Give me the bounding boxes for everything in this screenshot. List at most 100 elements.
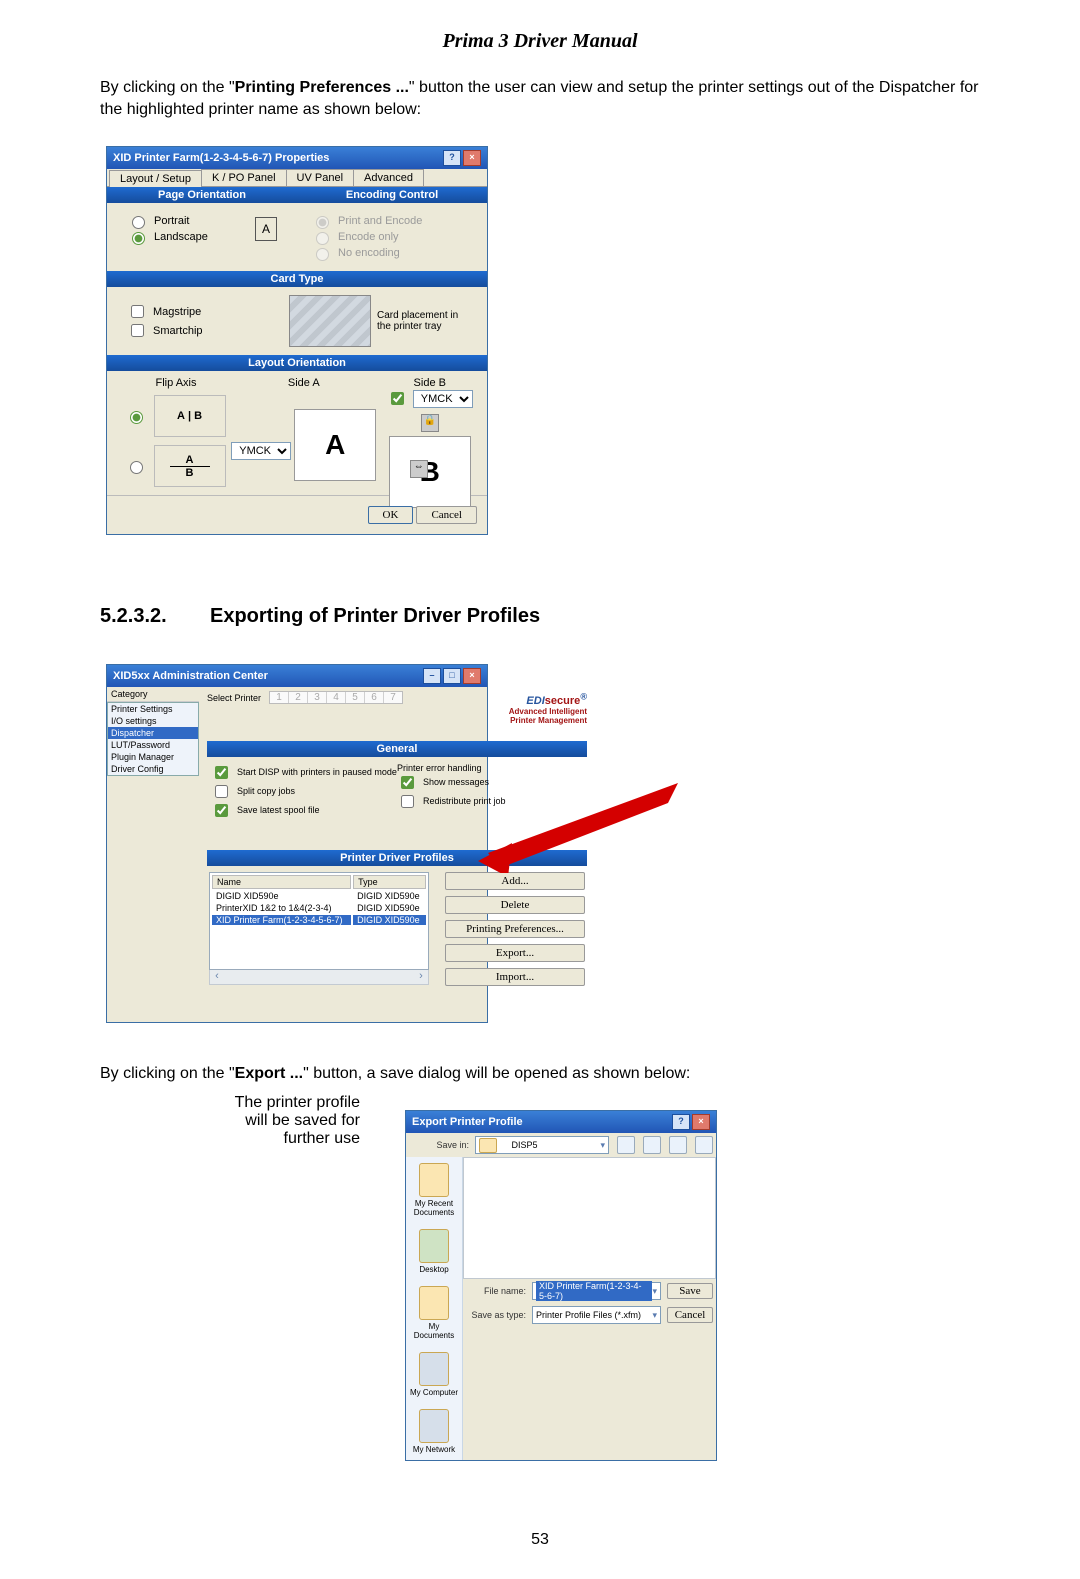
section-title: Exporting of Printer Driver Profiles (210, 605, 540, 627)
smartchip-option[interactable]: Smartchip (127, 321, 289, 340)
save-button[interactable]: Save (667, 1283, 713, 1299)
network-icon (419, 1409, 449, 1443)
save-in-select[interactable]: DISP5▾ (475, 1136, 609, 1154)
view-menu-icon[interactable] (695, 1136, 713, 1154)
back-icon[interactable] (617, 1136, 635, 1154)
add-button[interactable]: Add... (445, 872, 585, 890)
printer-picker[interactable]: 1 2 3 4 5 6 7 (269, 691, 403, 704)
scroll-right-icon[interactable]: › (414, 970, 428, 984)
portrait-radio[interactable] (132, 216, 145, 229)
side-b-checkbox[interactable] (391, 392, 404, 405)
close-button[interactable]: × (463, 150, 481, 166)
section-heading: 5.2.3.2.Exporting of Printer Driver Prof… (100, 605, 980, 628)
close-button[interactable]: × (692, 1114, 710, 1130)
printer-num[interactable]: 5 (346, 692, 365, 703)
save-caption: The printer profile will be saved for fu… (100, 1094, 380, 1148)
table-row[interactable]: PrinterXID 1&2 to 1&4(2-3-4)DIGID XID590… (212, 903, 426, 913)
text: A (186, 454, 194, 466)
save-spool-option[interactable]: Save latest spool file (211, 801, 397, 820)
save-spool-checkbox[interactable] (215, 804, 228, 817)
label: Smartchip (153, 325, 203, 337)
smartchip-checkbox[interactable] (131, 324, 144, 337)
start-paused-option[interactable]: Start DISP with printers in paused mode (211, 763, 397, 782)
up-icon[interactable] (643, 1136, 661, 1154)
maximize-button[interactable]: □ (443, 668, 461, 684)
landscape-radio[interactable] (132, 232, 145, 245)
titlebar: Export Printer Profile ? × (406, 1111, 716, 1133)
table-row[interactable]: DIGID XID590eDIGID XID590e (212, 891, 426, 901)
side-b-select[interactable]: YMCK (413, 390, 473, 408)
folder-icon (479, 1138, 497, 1153)
magstripe-checkbox[interactable] (131, 305, 144, 318)
help-button[interactable]: ? (443, 150, 461, 166)
place-documents[interactable]: My Documents (406, 1280, 462, 1346)
file-list[interactable] (463, 1157, 716, 1279)
place-network[interactable]: My Network (406, 1403, 462, 1460)
place-computer[interactable]: My Computer (406, 1346, 462, 1403)
tab-advanced[interactable]: Advanced (353, 169, 424, 186)
redistribute-checkbox[interactable] (401, 795, 414, 808)
printing-preferences-button[interactable]: Printing Preferences... (445, 920, 585, 938)
save-type-select[interactable]: Printer Profile Files (*.xfm)▾ (532, 1306, 661, 1324)
category-item[interactable]: LUT/Password (108, 739, 198, 751)
layout-orientation-header: Layout Orientation (107, 355, 487, 371)
col-type[interactable]: Type (353, 875, 426, 889)
printer-num[interactable]: 7 (384, 692, 402, 703)
printer-num[interactable]: 4 (327, 692, 346, 703)
place-desktop[interactable]: Desktop (406, 1223, 462, 1280)
scroll-left-icon[interactable]: ‹ (210, 970, 224, 984)
tab-layout-setup[interactable]: Layout / Setup (109, 170, 202, 187)
print-and-encode-option[interactable]: Print and Encode (311, 213, 473, 229)
new-folder-icon[interactable] (669, 1136, 687, 1154)
print-and-encode-radio[interactable] (316, 216, 329, 229)
side-a-select[interactable]: YMCK (231, 442, 291, 460)
tab-k-po-panel[interactable]: K / PO Panel (201, 169, 287, 186)
category-item-selected[interactable]: Dispatcher (108, 727, 198, 739)
file-name-input[interactable]: XID Printer Farm(1-2-3-4-5-6-7)▾ (532, 1282, 661, 1300)
import-button[interactable]: Import... (445, 968, 585, 986)
profiles-table: NameType DIGID XID590eDIGID XID590e Prin… (209, 872, 429, 970)
no-encoding-radio[interactable] (316, 248, 329, 261)
printer-num[interactable]: 3 (308, 692, 327, 703)
text: By clicking on the " (100, 79, 235, 96)
landscape-option[interactable]: Landscape (127, 229, 249, 245)
label: Save latest spool file (237, 805, 320, 815)
encode-only-option[interactable]: Encode only (311, 229, 473, 245)
help-button[interactable]: ? (672, 1114, 690, 1130)
split-copy-checkbox[interactable] (215, 785, 228, 798)
flip-axis-label: Flip Axis (121, 377, 231, 389)
printer-num[interactable]: 1 (270, 692, 289, 703)
col-name[interactable]: Name (212, 875, 351, 889)
ok-button[interactable]: OK (368, 506, 414, 524)
category-item[interactable]: Driver Config (108, 763, 198, 775)
portrait-option[interactable]: Portrait (127, 213, 249, 229)
flip-axis-1-radio[interactable] (130, 411, 143, 424)
export-button[interactable]: Export... (445, 944, 585, 962)
tab-strip: Layout / Setup K / PO Panel UV Panel Adv… (107, 169, 487, 187)
tab-uv-panel[interactable]: UV Panel (286, 169, 354, 186)
start-paused-checkbox[interactable] (215, 766, 228, 779)
place-recent[interactable]: My Recent Documents (406, 1157, 462, 1223)
printer-num[interactable]: 6 (365, 692, 384, 703)
label: Portrait (154, 215, 189, 227)
minimize-button[interactable]: – (423, 668, 441, 684)
category-item[interactable]: Printer Settings (108, 703, 198, 715)
category-item[interactable]: Plugin Manager (108, 751, 198, 763)
encode-only-radio[interactable] (316, 232, 329, 245)
split-copy-option[interactable]: Split copy jobs (211, 782, 397, 801)
delete-button[interactable]: Delete (445, 896, 585, 914)
select-printer-label: Select Printer (207, 693, 261, 703)
callout-arrow-icon (498, 648, 698, 698)
show-messages-checkbox[interactable] (401, 776, 414, 789)
cancel-button[interactable]: Cancel (667, 1307, 713, 1323)
magstripe-option[interactable]: Magstripe (127, 302, 289, 321)
no-encoding-option[interactable]: No encoding (311, 245, 473, 261)
text: By clicking on the " (100, 1065, 235, 1082)
text: " button, a save dialog will be opened a… (303, 1065, 690, 1082)
printer-num[interactable]: 2 (289, 692, 308, 703)
cancel-button[interactable]: Cancel (416, 506, 477, 524)
flip-axis-2-radio[interactable] (130, 461, 143, 474)
category-item[interactable]: I/O settings (108, 715, 198, 727)
table-row-selected[interactable]: XID Printer Farm(1-2-3-4-5-6-7)DIGID XID… (212, 915, 426, 925)
file-name-label: File name: (466, 1286, 526, 1296)
